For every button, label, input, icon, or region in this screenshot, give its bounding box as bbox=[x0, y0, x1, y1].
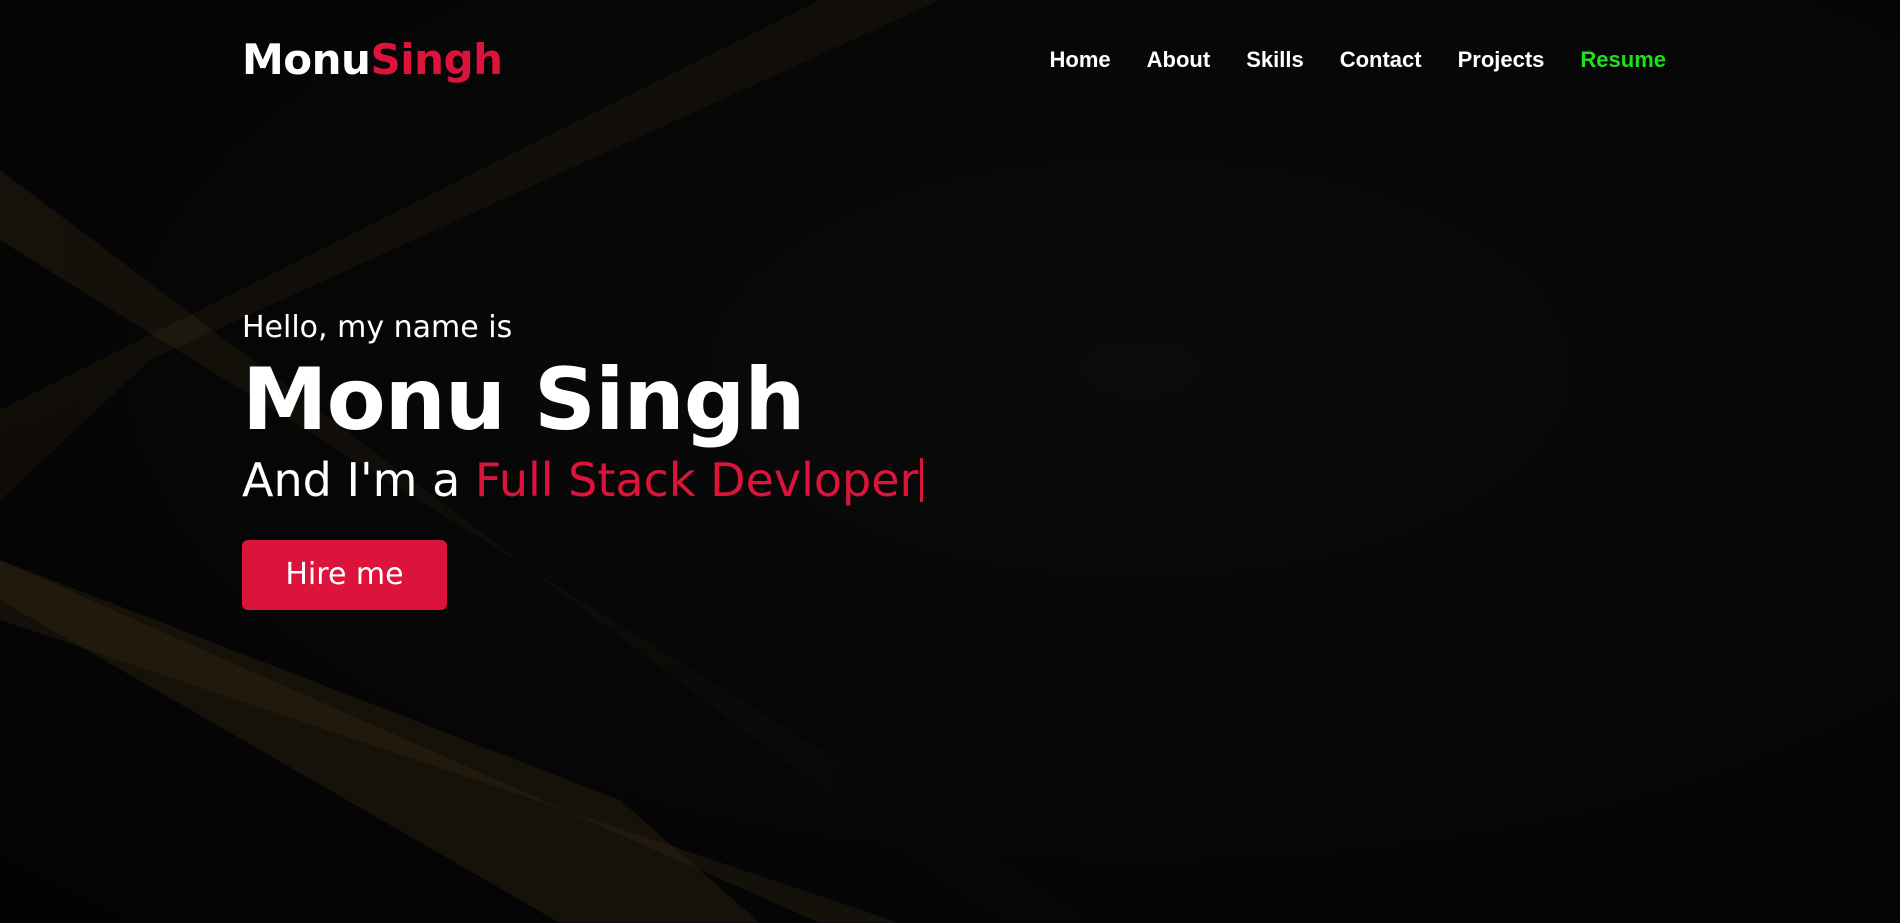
nav-item-contact: Contact bbox=[1340, 44, 1422, 76]
nav-link-about[interactable]: About bbox=[1147, 44, 1211, 76]
nav-item-projects: Projects bbox=[1458, 44, 1545, 76]
hero-greeting: Hello, my name is bbox=[242, 310, 513, 345]
hero-role-prefix: And I'm a bbox=[242, 453, 475, 507]
typing-cursor bbox=[920, 458, 924, 502]
nav-link-projects[interactable]: Projects bbox=[1458, 44, 1545, 76]
nav-item-about: About bbox=[1147, 44, 1211, 76]
hero-name: Monu Singh bbox=[242, 350, 805, 450]
nav-item-resume: Resume bbox=[1580, 44, 1666, 76]
navbar: MonuSingh Home About Skills Contact Proj… bbox=[0, 0, 1900, 120]
logo-part-monu: Monu bbox=[242, 35, 371, 84]
nav-link-contact[interactable]: Contact bbox=[1340, 44, 1422, 76]
nav-link-resume[interactable]: Resume bbox=[1580, 44, 1666, 76]
nav-item-skills: Skills bbox=[1246, 44, 1303, 76]
nav-menu: Home About Skills Contact Projects Resum… bbox=[1014, 44, 1666, 76]
hero-role: And I'm a Full Stack Devloper bbox=[242, 450, 924, 510]
logo-part-singh: Singh bbox=[370, 35, 503, 84]
page: MonuSingh Home About Skills Contact Proj… bbox=[0, 0, 1900, 923]
hero-role-typed: Full Stack Devloper bbox=[474, 453, 919, 507]
site-logo[interactable]: MonuSingh bbox=[242, 32, 503, 88]
nav-link-home[interactable]: Home bbox=[1050, 44, 1111, 76]
nav-item-home: Home bbox=[1050, 44, 1111, 76]
nav-link-skills[interactable]: Skills bbox=[1246, 44, 1303, 76]
hire-me-button[interactable]: Hire me bbox=[242, 540, 447, 610]
hero-section: Hello, my name is Monu Singh And I'm a F… bbox=[242, 308, 924, 610]
